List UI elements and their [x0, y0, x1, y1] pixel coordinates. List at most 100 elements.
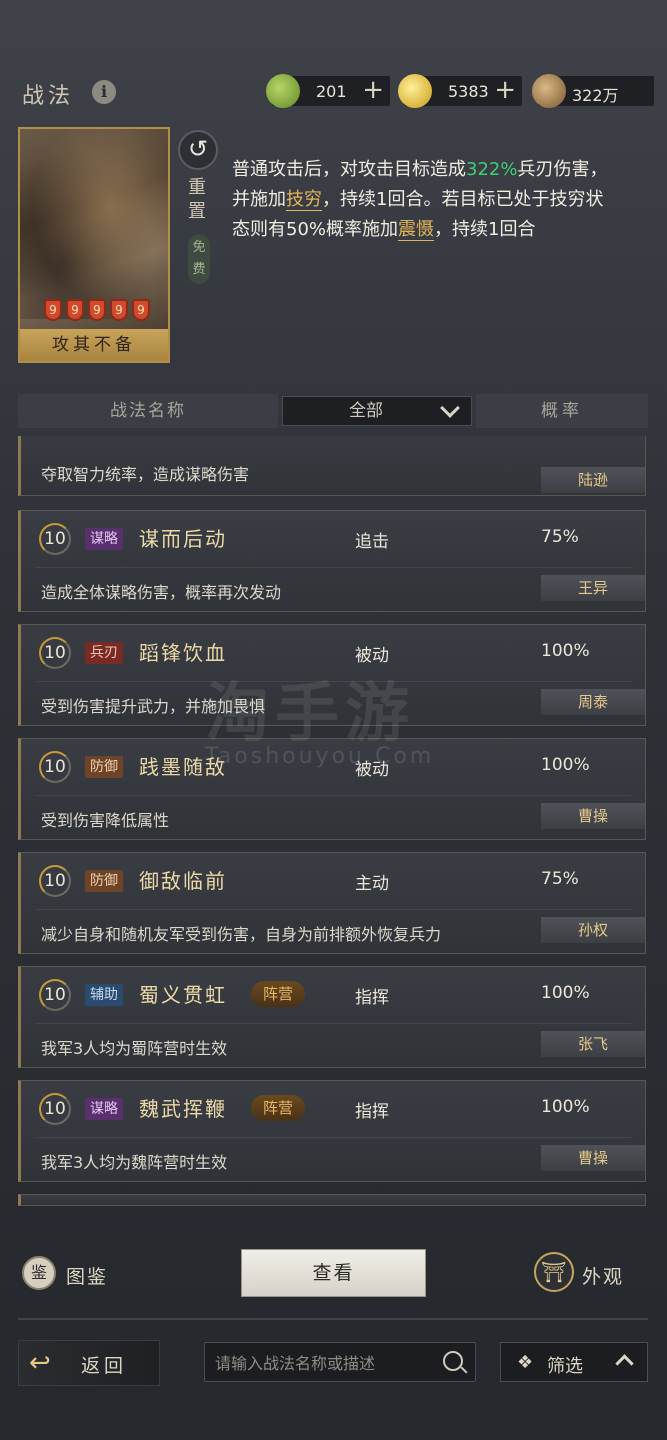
free-badge: 免费 [188, 234, 210, 284]
category-dropdown[interactable]: 全部 [282, 396, 472, 426]
skill-type: 指挥 [355, 1102, 389, 1122]
skill-type: 追击 [355, 532, 389, 552]
skill-list[interactable]: 夺取智力统率，造成谋略伤害 陆逊 10 谋略 谋而后动 追击 75% 造成全体谋… [18, 436, 648, 1206]
category-tag: 防御 [85, 756, 123, 778]
jade-currency: 201 + [266, 74, 390, 108]
filter-label: 筛选 [547, 1356, 583, 1377]
tactic-card[interactable]: 9 9 9 9 9 攻其不备 [18, 127, 170, 363]
level-badge: 10 [39, 751, 71, 783]
category-tag: 防御 [85, 870, 123, 892]
dropdown-value: 全部 [349, 401, 383, 421]
list-item[interactable]: 夺取智力统率，造成谋略伤害 陆逊 [18, 436, 646, 496]
category-tag: 兵刃 [85, 642, 123, 664]
top-bar: 战法 i 201 + 5383 + 322万 [0, 60, 667, 120]
divider [35, 1137, 631, 1138]
hero-button[interactable]: 曹操 [541, 1145, 645, 1171]
view-button[interactable]: 查看 [241, 1249, 426, 1297]
gold-coin-icon [398, 74, 432, 108]
skill-rate: 75% [541, 869, 579, 889]
reset-label: 重置 [188, 177, 206, 222]
level-badge: 10 [39, 979, 71, 1011]
back-arrow-icon: ↩ [29, 1348, 51, 1378]
copper-coin-icon [532, 74, 566, 108]
damage-percent: 322% [466, 159, 518, 180]
divider [35, 795, 631, 796]
level-badge: 10 [39, 865, 71, 897]
appearance-icon[interactable]: ⛩ [534, 1252, 574, 1292]
chevron-up-icon [615, 1354, 634, 1373]
skill-detail: 我军3人均为蜀阵营时生效 [41, 1039, 228, 1058]
skill-type: 指挥 [355, 988, 389, 1008]
tactic-name: 攻其不备 [20, 329, 168, 361]
hero-button[interactable]: 孙权 [541, 917, 645, 943]
level-badge: 10 [39, 523, 71, 555]
skill-detail: 我军3人均为魏阵营时生效 [41, 1153, 228, 1172]
keyword-link[interactable]: 震慑 [398, 219, 435, 241]
skill-name: 御敌临前 [139, 869, 227, 893]
atlas-icon[interactable]: 鉴 [22, 1256, 56, 1290]
column-header-name[interactable]: 战法名称 [18, 394, 278, 428]
back-button[interactable]: ↩ 返回 [18, 1340, 160, 1386]
hero-button[interactable]: 曹操 [541, 803, 645, 829]
atlas-button[interactable]: 图鉴 [66, 1262, 108, 1289]
divider [35, 1023, 631, 1024]
divider [18, 1318, 648, 1320]
camp-badge: 阵营 [251, 1095, 306, 1121]
hero-button[interactable]: 周泰 [541, 689, 645, 715]
divider [35, 909, 631, 910]
list-item[interactable]: 10 谋略 谋而后动 追击 75% 造成全体谋略伤害，概率再次发动 王异 [18, 510, 646, 612]
skill-detail: 夺取智力统率，造成谋略伤害 [41, 465, 250, 484]
page-title: 战法 [22, 84, 75, 109]
gold-add-button[interactable]: + [494, 76, 516, 104]
skill-type: 主动 [355, 874, 389, 894]
star-icon: 9 [66, 299, 84, 321]
hero-button[interactable]: 陆逊 [541, 467, 645, 493]
skill-detail: 减少自身和随机友军受到伤害，自身为前排额外恢复兵力 [41, 925, 442, 944]
category-tag: 谋略 [85, 1098, 123, 1120]
skill-name: 魏武挥鞭 [139, 1097, 227, 1121]
list-item[interactable]: 10 防御 御敌临前 主动 75% 减少自身和随机友军受到伤害，自身为前排额外恢… [18, 852, 646, 954]
skill-rate: 100% [541, 641, 590, 661]
category-tag: 谋略 [85, 528, 123, 550]
reset-button[interactable]: ↺ [178, 130, 218, 170]
star-icon: 9 [44, 299, 62, 321]
jade-add-button[interactable]: + [362, 76, 384, 104]
star-icon: 9 [110, 299, 128, 321]
level-badge: 10 [39, 637, 71, 669]
list-item[interactable]: 10 谋略 魏武挥鞭 阵营 指挥 100% 我军3人均为魏阵营时生效 曹操 [18, 1080, 646, 1182]
list-item[interactable] [18, 1194, 646, 1206]
skill-detail: 造成全体谋略伤害，概率再次发动 [41, 583, 282, 602]
star-icon: 9 [88, 299, 106, 321]
keyword-link[interactable]: 技穷 [286, 189, 322, 211]
gold-value: 5383 [448, 82, 489, 101]
filter-button[interactable]: ❖ 筛选 [500, 1342, 648, 1382]
camp-badge: 阵营 [251, 981, 306, 1007]
search-icon[interactable] [443, 1351, 463, 1371]
info-icon[interactable]: i [92, 80, 116, 104]
column-header-rate[interactable]: 概率 [476, 394, 648, 428]
hero-button[interactable]: 张飞 [541, 1031, 645, 1057]
skill-name: 蜀义贯虹 [139, 983, 227, 1007]
chevron-down-icon [440, 398, 460, 418]
jade-coin-icon [266, 74, 300, 108]
appearance-button[interactable]: 外观 [582, 1262, 624, 1289]
reset-icon: ↺ [187, 135, 209, 163]
filter-icon: ❖ [517, 1352, 534, 1373]
bottom-actions: 鉴 图鉴 查看 ⛩ 外观 [0, 1240, 667, 1310]
hero-button[interactable]: 王异 [541, 575, 645, 601]
search-box [204, 1342, 476, 1382]
search-input[interactable] [215, 1350, 435, 1376]
desc-text: ，持续1回合 [434, 219, 536, 240]
copper-value: 322万 [572, 86, 619, 105]
list-item[interactable]: 10 辅助 蜀义贯虹 阵营 指挥 100% 我军3人均为蜀阵营时生效 张飞 [18, 966, 646, 1068]
skill-detail: 受到伤害降低属性 [41, 811, 170, 830]
copper-currency: 322万 [532, 74, 654, 108]
skill-rate: 100% [541, 755, 590, 775]
watermark: 淘手游 [205, 677, 415, 751]
bottom-bar: ↩ 返回 ❖ 筛选 [0, 1340, 667, 1390]
divider [35, 567, 631, 568]
star-rating: 9 9 9 9 9 [44, 299, 150, 321]
category-tag: 辅助 [85, 984, 123, 1006]
tactic-description: 普通攻击后，对攻击目标造成322%兵刃伤害，并施加技穷，持续1回合。若目标已处于… [232, 155, 612, 245]
list-header: 战法名称 全部 概率 [18, 394, 648, 428]
